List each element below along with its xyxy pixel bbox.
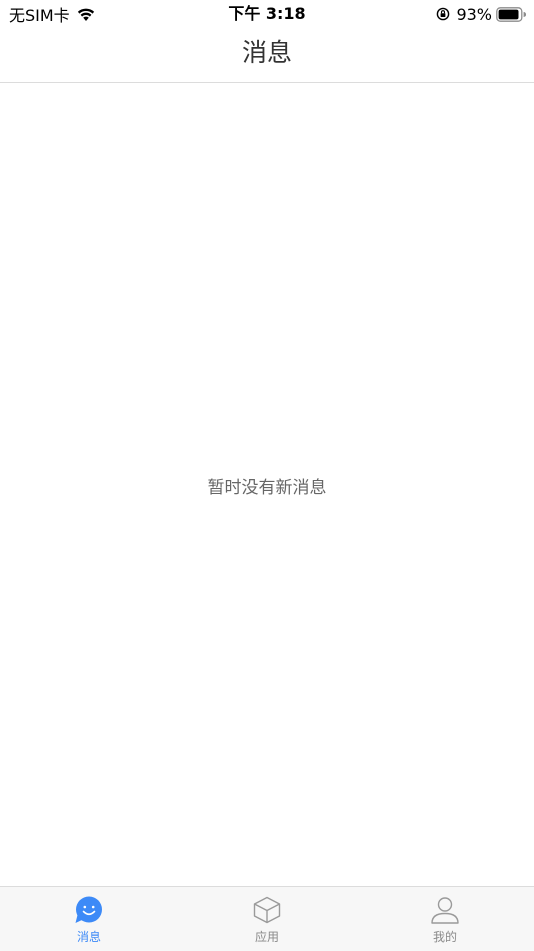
battery-percent: 93% xyxy=(456,4,492,24)
page-title: 消息 xyxy=(241,38,292,67)
tab-label: 应用 xyxy=(254,930,279,944)
empty-state-message: 暂时没有新消息 xyxy=(207,478,327,498)
orientation-lock-icon xyxy=(436,7,450,21)
tab-messages[interactable]: 消息 xyxy=(0,887,178,951)
cube-icon xyxy=(252,896,282,924)
status-bar: 无SIM卡 下午 3:18 93% xyxy=(0,0,534,28)
navigation-bar: 消息 xyxy=(0,28,534,83)
status-right: 93% xyxy=(436,3,526,25)
person-icon xyxy=(430,896,460,924)
tab-label: 我的 xyxy=(432,930,457,944)
tab-bar: 消息 应用 我的 xyxy=(0,886,534,951)
message-list-area: 暂时没有新消息 xyxy=(0,83,534,886)
tab-apps[interactable]: 应用 xyxy=(178,887,356,951)
tab-label: 消息 xyxy=(76,930,101,944)
tab-profile[interactable]: 我的 xyxy=(356,887,534,951)
chat-smile-icon xyxy=(74,896,104,924)
battery-fill xyxy=(498,9,519,19)
battery-icon xyxy=(496,6,526,22)
